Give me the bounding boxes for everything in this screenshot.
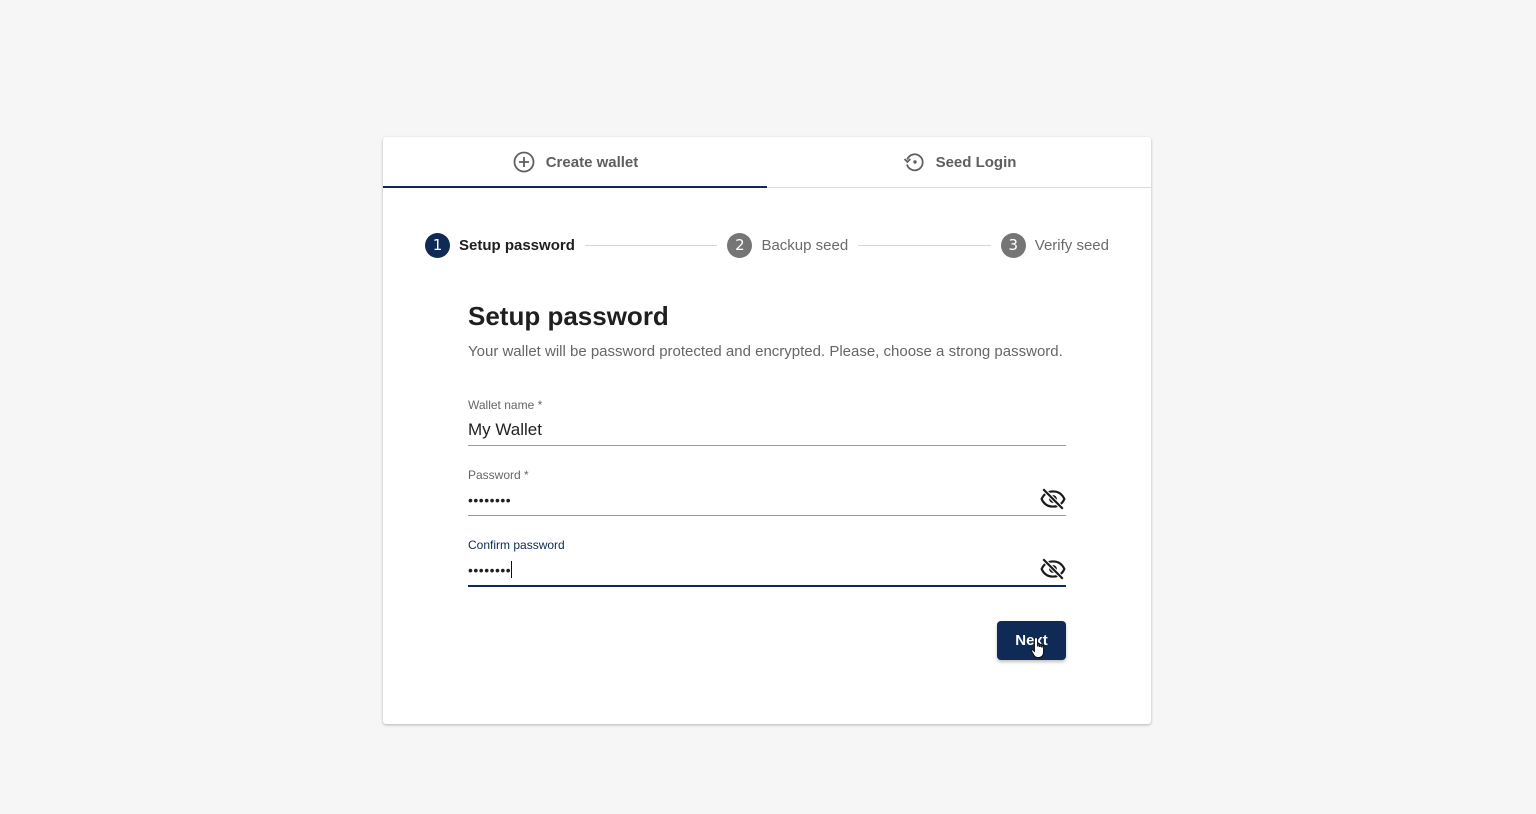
confirm-password-field: Confirm password •••••••• [468,538,1066,587]
password-input[interactable]: •••••••• [468,492,511,508]
step-number: 3 [1000,232,1026,258]
confirm-password-input[interactable]: •••••••• [468,561,513,578]
next-button[interactable]: Next [997,621,1066,660]
wallet-name-row [468,412,1066,446]
tab-seed-login-label: Seed Login [935,153,1017,171]
wallet-card: Create wallet Seed Login 1 Setup passwor… [383,137,1151,724]
wallet-name-field: Wallet name * [468,398,1066,446]
step-connector [858,244,991,246]
wallet-name-input[interactable] [468,419,1066,440]
step-connector [584,244,718,246]
visibility-off-icon[interactable] [1040,486,1066,512]
password-value: •••••••• [468,491,512,508]
step-number: 2 [727,232,753,258]
step-label: Setup password [459,236,575,254]
step-label: Backup seed [761,236,849,254]
password-row: •••••••• [468,482,1066,516]
stepper: 1 Setup password 2 Backup seed 3 Verify … [425,232,1109,258]
tab-create-wallet[interactable]: Create wallet [383,137,767,188]
step-backup-seed: 2 Backup seed [727,232,849,258]
step-setup-password: 1 Setup password [425,232,575,258]
password-field: Password * •••••••• [468,468,1066,516]
form-subtitle: Your wallet will be password protected a… [468,343,1063,360]
text-caret [511,561,513,578]
confirm-password-value: •••••••• [468,561,512,578]
step-verify-seed: 3 Verify seed [1000,232,1109,258]
confirm-password-label: Confirm password [468,538,565,552]
step-label: Verify seed [1034,236,1109,254]
tab-seed-login[interactable]: Seed Login [767,137,1151,187]
tab-bar: Create wallet Seed Login [383,137,1151,188]
step-number: 1 [425,232,450,258]
restore-icon [902,150,926,174]
form-title: Setup password [468,301,669,331]
wallet-name-label: Wallet name * [468,398,543,412]
tab-create-wallet-label: Create wallet [545,153,639,171]
password-label: Password * [468,468,529,482]
visibility-off-icon[interactable] [1040,556,1066,582]
confirm-password-row: •••••••• [468,552,1066,587]
add-circle-icon [512,150,536,174]
